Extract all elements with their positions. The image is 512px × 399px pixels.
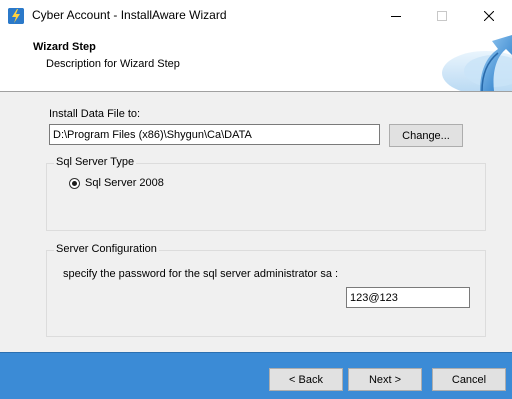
- back-button[interactable]: < Back: [269, 368, 343, 391]
- sql-server-type-legend: Sql Server Type: [54, 156, 137, 168]
- window-title: Cyber Account - InstallAware Wizard: [32, 8, 227, 22]
- cancel-button[interactable]: Cancel: [432, 368, 506, 391]
- wizard-step-description: Description for Wizard Step: [46, 58, 180, 70]
- installaware-icon: [8, 8, 24, 24]
- sa-password-prompt: specify the password for the sql server …: [63, 268, 339, 280]
- change-button[interactable]: Change...: [389, 124, 463, 147]
- close-icon: [484, 10, 494, 21]
- sql-server-type-group: [46, 163, 486, 231]
- wizard-step-title: Wizard Step: [33, 41, 96, 53]
- sql-server-2008-label: Sql Server 2008: [85, 177, 164, 189]
- installer-window: Cyber Account - InstallAware Wizard Wiza…: [0, 0, 512, 399]
- wizard-arrow-graphic: [442, 35, 512, 91]
- title-bar[interactable]: Cyber Account - InstallAware Wizard: [0, 0, 512, 31]
- next-button[interactable]: Next >: [348, 368, 422, 391]
- radio-selected-icon[interactable]: [69, 177, 80, 189]
- server-configuration-legend: Server Configuration: [54, 243, 159, 255]
- minimize-icon: [391, 15, 401, 17]
- close-button[interactable]: [466, 0, 512, 31]
- minimize-button[interactable]: [373, 0, 419, 31]
- wizard-header: Wizard Step Description for Wizard Step: [0, 31, 512, 92]
- install-path-input[interactable]: [49, 124, 380, 145]
- sa-password-input[interactable]: [346, 287, 470, 308]
- sql-server-2008-option[interactable]: Sql Server 2008: [69, 177, 164, 189]
- maximize-icon: [437, 10, 447, 21]
- install-path-label: Install Data File to:: [49, 108, 141, 120]
- maximize-button[interactable]: [419, 0, 465, 31]
